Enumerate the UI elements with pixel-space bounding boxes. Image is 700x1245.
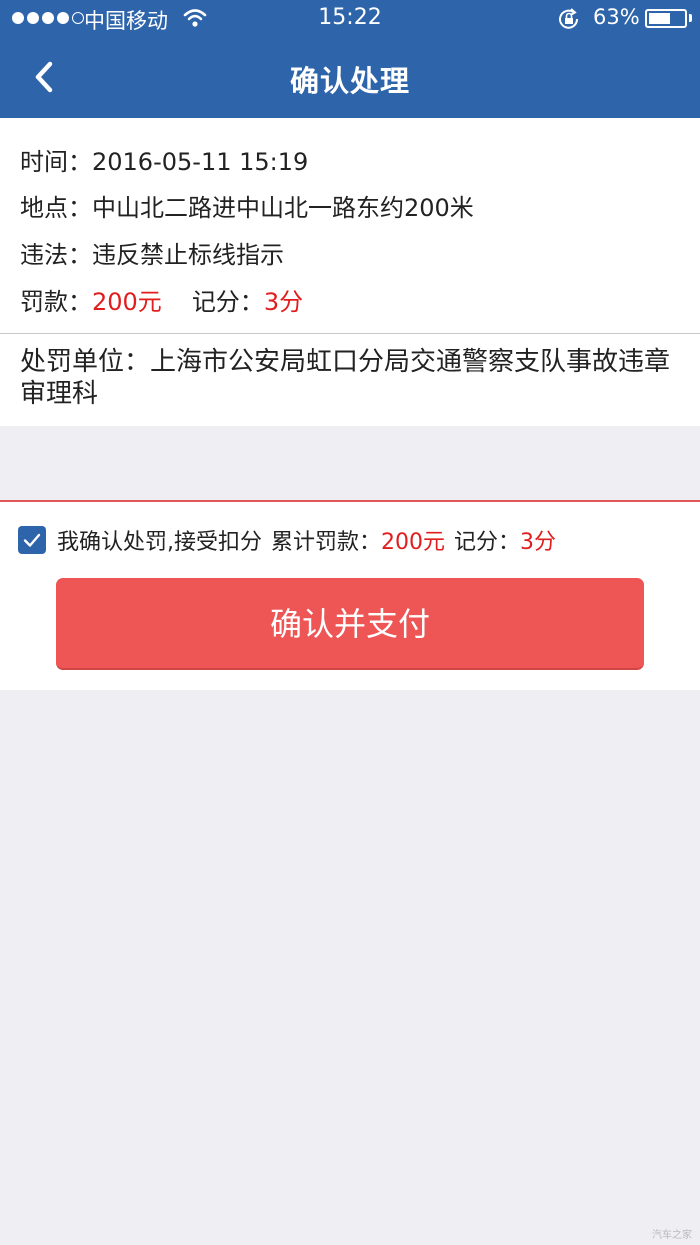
confirm-section: 我确认处罚,接受扣分 累计罚款：200元 记分：3分 确认并支付 xyxy=(0,500,700,690)
points-value: 3分 xyxy=(263,288,304,316)
fine-row: 罚款：200元 记分：3分 xyxy=(20,282,303,317)
battery-percent: 63% xyxy=(593,5,640,29)
violation-row: 违法：违反禁止标线指示 xyxy=(20,235,284,270)
fine-label: 罚款： xyxy=(20,288,92,316)
total-fine-label: 累计罚款： xyxy=(271,530,382,555)
time-value: 2016-05-11 15:19 xyxy=(92,148,309,176)
fine-value: 200元 xyxy=(92,288,162,316)
confirm-pay-button[interactable]: 确认并支付 xyxy=(56,578,644,670)
penalty-unit-section: 处罚单位：上海市公安局虹口分局交通警察支队事故违章审理科 xyxy=(0,334,700,426)
location-row: 地点：中山北二路进中山北一路东约200米 xyxy=(20,188,474,223)
total-points-value: 3分 xyxy=(520,530,557,555)
time-label: 时间： xyxy=(20,148,92,176)
unit-label: 处罚单位： xyxy=(20,347,151,377)
total-fine-value: 200元 xyxy=(381,530,446,555)
battery-tip xyxy=(689,14,692,22)
status-bar: 中国移动 15:22 63% xyxy=(0,0,700,38)
violation-value: 违反禁止标线指示 xyxy=(92,241,284,269)
rotation-lock-icon xyxy=(557,8,581,34)
location-value: 中山北二路进中山北一路东约200米 xyxy=(92,194,474,222)
checkmark-icon xyxy=(23,533,41,547)
penalty-unit: 处罚单位：上海市公安局虹口分局交通警察支队事故违章审理科 xyxy=(20,346,680,410)
location-label: 地点： xyxy=(20,194,92,222)
page-title: 确认处理 xyxy=(289,64,410,98)
violation-label: 违法： xyxy=(20,241,92,269)
violation-details: 时间：2016-05-11 15:19 地点：中山北二路进中山北一路东约200米… xyxy=(0,118,700,334)
app-header: 中国移动 15:22 63% 确认处理 xyxy=(0,0,700,118)
total-points-label: 记分： xyxy=(454,530,521,555)
points-label: 记分： xyxy=(191,288,264,316)
battery-icon xyxy=(645,9,687,28)
confirm-statement: 我确认处罚,接受扣分 累计罚款：200元 记分：3分 xyxy=(57,524,556,556)
confirm-text: 我确认处罚,接受扣分 xyxy=(57,530,262,555)
time-row: 时间：2016-05-11 15:19 xyxy=(20,142,308,177)
watermark: 汽车之家 xyxy=(652,1230,692,1241)
navigation-bar: 确认处理 xyxy=(0,38,700,118)
battery-fill xyxy=(649,13,670,24)
confirm-checkbox[interactable] xyxy=(18,526,46,554)
